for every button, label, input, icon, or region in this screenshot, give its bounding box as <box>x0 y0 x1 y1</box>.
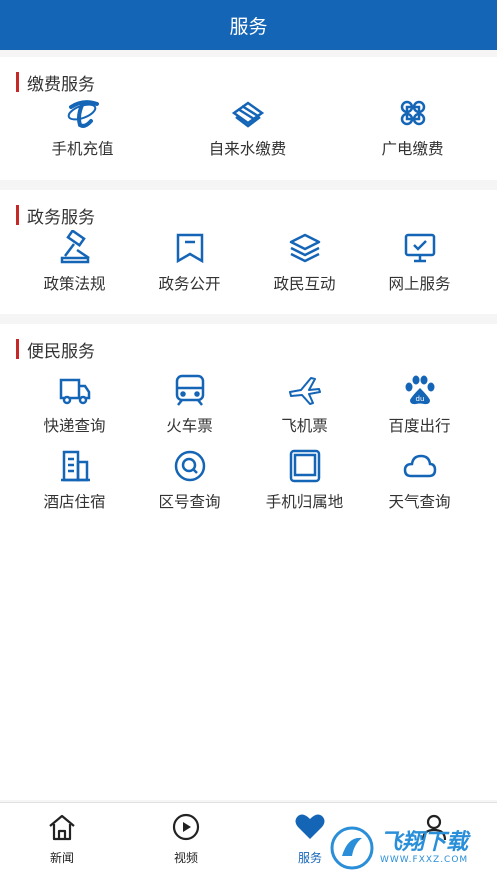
watermark-text: 飞翔下载 <box>380 830 469 855</box>
section-convenience: 便民服务 快递查询 火车票 飞机票 du 百度出行 酒店住宿 区号查询 手机归属… <box>0 324 497 800</box>
telecom-icon <box>63 93 103 133</box>
tab-label: 服务 <box>297 851 322 865</box>
service-train-ticket[interactable]: 火车票 <box>132 370 247 446</box>
service-label: 手机充值 <box>51 140 114 158</box>
section-payment: 缴费服务 手机充值 自来水缴费 广电缴费 <box>0 57 497 180</box>
service-label: 政民互动 <box>273 275 336 293</box>
service-label: 手机归属地 <box>265 493 344 511</box>
service-phone-recharge[interactable]: 手机充值 <box>0 93 165 169</box>
service-phone-location[interactable]: 手机归属地 <box>247 446 362 522</box>
gavel-icon <box>55 228 95 268</box>
service-label: 政务公开 <box>158 275 221 293</box>
home-icon <box>47 813 77 845</box>
tab-label: 新闻 <box>49 851 74 865</box>
service-express-tracking[interactable]: 快递查询 <box>17 370 132 446</box>
monitor-check-icon <box>400 228 440 268</box>
unicom-knot-icon <box>393 93 433 133</box>
service-label: 天气查询 <box>388 493 451 511</box>
heart-icon <box>294 813 326 845</box>
svg-text:du: du <box>415 395 424 403</box>
service-cable-bill[interactable]: 广电缴费 <box>330 93 495 169</box>
tab-video[interactable]: 视频 <box>124 803 248 883</box>
service-label: 百度出行 <box>388 417 451 435</box>
service-label: 政策法规 <box>43 275 106 293</box>
train-icon <box>170 370 210 410</box>
section-accent-bar <box>16 205 19 225</box>
mobile-logo-icon <box>228 93 268 133</box>
section-title-payment: 缴费服务 <box>16 71 95 95</box>
section-title-convenience: 便民服务 <box>16 338 95 362</box>
section-accent-bar <box>16 339 19 359</box>
watermark-logo <box>330 826 374 870</box>
cloud-icon <box>400 446 440 486</box>
service-government-affairs[interactable]: 政务公开 <box>132 228 247 304</box>
building-icon <box>55 446 95 486</box>
service-label: 广电缴费 <box>381 140 444 158</box>
play-circle-icon <box>171 813 201 845</box>
baidu-paw-icon: du <box>400 370 440 410</box>
section-government: 政务服务 政策法规 政务公开 政民互动 网上服务 <box>0 190 497 314</box>
page-header: 服务 <box>0 0 497 50</box>
service-water-bill[interactable]: 自来水缴费 <box>165 93 330 169</box>
tablet-icon <box>285 446 325 486</box>
service-flight-ticket[interactable]: 飞机票 <box>247 370 362 446</box>
service-hotel[interactable]: 酒店住宿 <box>17 446 132 522</box>
service-label: 快递查询 <box>43 417 106 435</box>
service-weather[interactable]: 天气查询 <box>362 446 477 522</box>
watermark-url: WWW.FXXZ.COM <box>380 855 469 865</box>
service-area-code[interactable]: 区号查询 <box>132 446 247 522</box>
tab-label: 视频 <box>173 851 198 865</box>
service-online[interactable]: 网上服务 <box>362 228 477 304</box>
service-policy-regulations[interactable]: 政策法规 <box>17 228 132 304</box>
service-citizen-interaction[interactable]: 政民互动 <box>247 228 362 304</box>
service-label: 火车票 <box>166 417 213 435</box>
service-label: 自来水缴费 <box>208 140 287 158</box>
search-circle-icon <box>170 446 210 486</box>
service-label: 区号查询 <box>158 493 221 511</box>
service-label: 飞机票 <box>281 417 328 435</box>
watermark: 飞翔下载 WWW.FXXZ.COM <box>330 820 490 876</box>
page-title: 服务 <box>229 15 268 38</box>
truck-icon <box>55 370 95 410</box>
airplane-icon <box>285 370 325 410</box>
service-label: 酒店住宿 <box>43 493 106 511</box>
service-label: 网上服务 <box>388 275 451 293</box>
section-accent-bar <box>16 72 19 92</box>
section-title-government: 政务服务 <box>16 204 95 228</box>
layers-icon <box>285 228 325 268</box>
tab-news[interactable]: 新闻 <box>0 803 124 883</box>
bookmark-icon <box>170 228 210 268</box>
service-baidu-travel[interactable]: du 百度出行 <box>362 370 477 446</box>
